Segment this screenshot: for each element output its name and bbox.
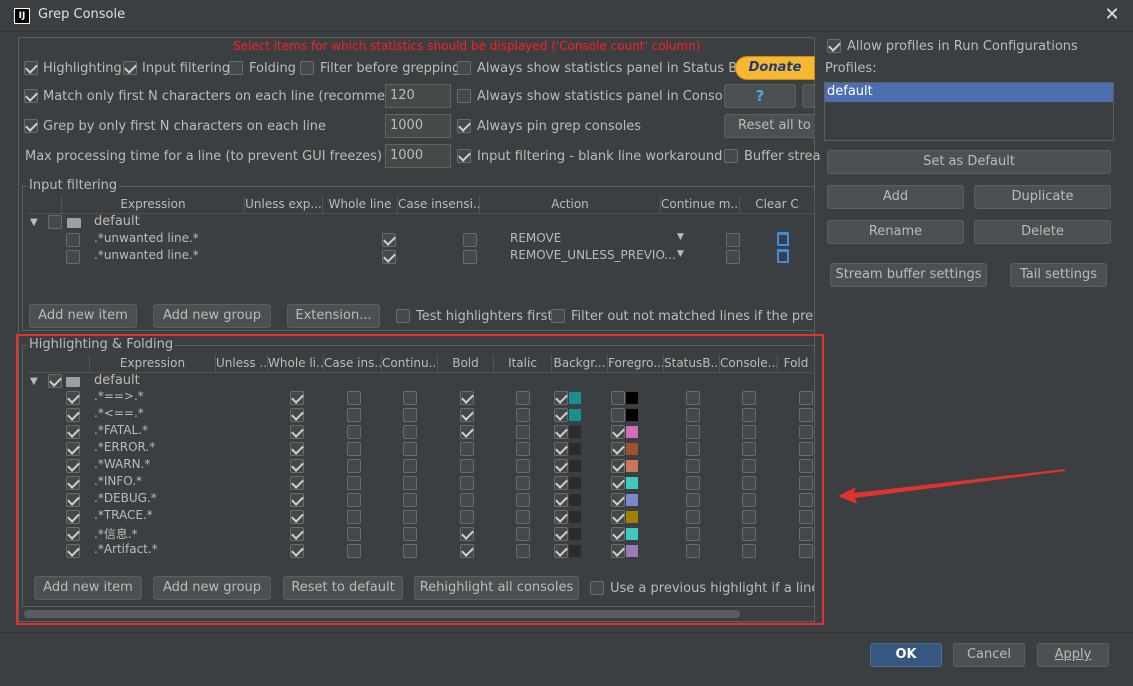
grep-console-dialog: IJ Grep Console ✕ Select items for which… bbox=[0, 0, 1133, 686]
add-profile-button[interactable]: Add bbox=[827, 185, 964, 209]
help-button[interactable]: ? bbox=[724, 84, 796, 108]
delete-profile-button[interactable]: Delete bbox=[974, 220, 1111, 244]
blank-line-label: Input filtering - blank line workaround bbox=[477, 149, 723, 164]
match-first-n-label: Match only first N characters on each li… bbox=[43, 89, 423, 104]
tail-settings-button[interactable]: Tail settings bbox=[1010, 263, 1107, 287]
if-group-checkbox[interactable] bbox=[48, 215, 62, 229]
if-column-header: Continue m... bbox=[661, 196, 740, 214]
cancel-button[interactable]: Cancel bbox=[953, 643, 1025, 667]
buffer-streams-checkbox[interactable] bbox=[724, 149, 738, 163]
allow-profiles-checkbox[interactable] bbox=[827, 39, 841, 53]
extra-button[interactable] bbox=[802, 84, 815, 108]
if-row-enabled-checkbox[interactable] bbox=[66, 250, 80, 264]
grep-first-n-checkbox[interactable] bbox=[24, 119, 38, 133]
match-first-n-checkbox[interactable] bbox=[24, 89, 38, 103]
max-processing-label: Max processing time for a line (to preve… bbox=[25, 149, 416, 164]
if-column-header: Case insensi... bbox=[398, 196, 480, 214]
input-filtering-title: Input filtering bbox=[27, 178, 120, 193]
grep-first-n-field[interactable]: 1000 bbox=[385, 114, 451, 138]
if-add-item-button[interactable]: Add new item bbox=[29, 304, 137, 328]
title-bar: IJ Grep Console ✕ bbox=[0, 0, 1133, 32]
profile-item[interactable]: default bbox=[825, 83, 1113, 102]
apply-button[interactable]: Apply bbox=[1037, 643, 1109, 667]
tree-toggle-icon[interactable]: ▼ bbox=[30, 217, 38, 228]
window-title: Grep Console bbox=[38, 7, 126, 22]
trash-icon[interactable] bbox=[777, 232, 789, 246]
if-column-header: Unless exp... bbox=[245, 196, 323, 214]
blank-line-checkbox[interactable] bbox=[457, 149, 471, 163]
chevron-down-icon[interactable]: ▼ bbox=[677, 232, 684, 242]
reset-all-button[interactable]: Reset all to d bbox=[724, 114, 815, 138]
always-console-checkbox[interactable] bbox=[457, 89, 471, 103]
if-group-label: default bbox=[94, 214, 140, 229]
if-row-whole-line-checkbox[interactable] bbox=[382, 233, 396, 247]
annotation-highlight-box bbox=[16, 334, 824, 625]
match-first-n-field[interactable]: 120 bbox=[385, 84, 451, 108]
test-first-label: Test highlighters first bbox=[416, 309, 553, 324]
filter-before-label: Filter before grepping bbox=[320, 61, 461, 76]
footer-divider bbox=[0, 632, 1133, 633]
filter-out-checkbox[interactable] bbox=[551, 309, 565, 323]
filter-out-label: Filter out not matched lines if the prev… bbox=[571, 309, 814, 324]
if-row-expression: .*unwanted line.* bbox=[94, 248, 199, 262]
trash-icon[interactable] bbox=[777, 249, 789, 263]
pin-consoles-label: Always pin grep consoles bbox=[477, 119, 642, 134]
highlighting-checkbox[interactable] bbox=[24, 61, 38, 75]
extension-button[interactable]: Extension... bbox=[287, 304, 380, 328]
test-first-checkbox[interactable] bbox=[396, 309, 410, 323]
filter-before-checkbox[interactable] bbox=[300, 61, 314, 75]
grep-first-n-label: Grep by only first N characters on each … bbox=[43, 119, 327, 134]
input-filtering-checkbox[interactable] bbox=[123, 61, 137, 75]
if-row-case-checkbox[interactable] bbox=[463, 233, 477, 247]
donate-button[interactable]: Donate bbox=[735, 56, 815, 80]
stream-buffer-button[interactable]: Stream buffer settings bbox=[830, 263, 987, 287]
intellij-icon: IJ bbox=[14, 8, 30, 24]
if-row-continue-checkbox[interactable] bbox=[726, 250, 740, 264]
rename-profile-button[interactable]: Rename bbox=[827, 220, 964, 244]
close-icon[interactable]: ✕ bbox=[1100, 4, 1124, 28]
if-column-header bbox=[28, 196, 62, 214]
pin-consoles-checkbox[interactable] bbox=[457, 119, 471, 133]
always-status-bar-checkbox[interactable] bbox=[457, 61, 471, 75]
chevron-down-icon[interactable]: ▼ bbox=[677, 249, 684, 259]
always-console-label: Always show statistics panel in Console bbox=[477, 89, 735, 104]
if-column-header: Clear C bbox=[740, 196, 815, 214]
folder-icon bbox=[67, 218, 81, 228]
if-row-continue-checkbox[interactable] bbox=[726, 233, 740, 247]
profiles-label: Profiles: bbox=[825, 61, 877, 76]
ok-button[interactable]: OK bbox=[870, 643, 942, 667]
annotation-arrow bbox=[838, 469, 1065, 504]
if-row-whole-line-checkbox[interactable] bbox=[382, 250, 396, 264]
highlighting-label: Highlighting bbox=[43, 61, 122, 76]
input-filtering-label: Input filtering bbox=[142, 61, 231, 76]
if-row-enabled-checkbox[interactable] bbox=[66, 233, 80, 247]
if-row-case-checkbox[interactable] bbox=[463, 250, 477, 264]
if-column-header: Expression bbox=[62, 196, 245, 214]
buffer-streams-label: Buffer strea bbox=[744, 149, 821, 164]
folding-label: Folding bbox=[249, 61, 296, 76]
if-column-header: Action bbox=[480, 196, 661, 214]
if-row-action[interactable]: REMOVE bbox=[510, 231, 561, 245]
always-status-bar-label: Always show statistics panel in Status B… bbox=[477, 61, 751, 76]
if-row-expression: .*unwanted line.* bbox=[94, 231, 199, 245]
if-add-group-button[interactable]: Add new group bbox=[153, 304, 271, 328]
duplicate-profile-button[interactable]: Duplicate bbox=[974, 185, 1111, 209]
allow-profiles-label: Allow profiles in Run Configurations bbox=[847, 39, 1078, 54]
if-column-header: Whole line bbox=[323, 196, 398, 214]
stats-notice: Select items for which statistics should… bbox=[233, 39, 701, 53]
if-row-action[interactable]: REMOVE_UNLESS_PREVIO... bbox=[510, 248, 676, 262]
folding-checkbox[interactable] bbox=[229, 61, 243, 75]
set-default-button[interactable]: Set as Default bbox=[827, 150, 1111, 174]
max-processing-field[interactable]: 1000 bbox=[385, 144, 451, 168]
